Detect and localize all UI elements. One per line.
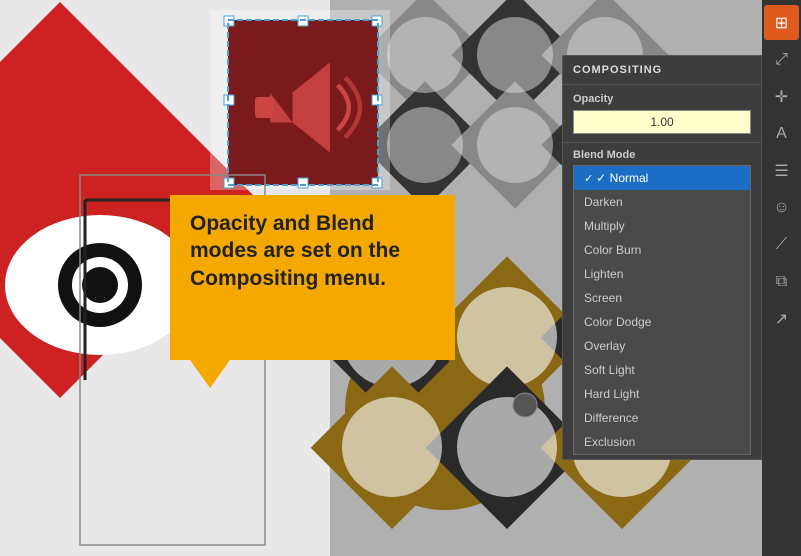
layers-icon[interactable]: ⊞	[764, 5, 799, 40]
mask-icon[interactable]: ☺	[764, 190, 799, 225]
blend-item-screen[interactable]: Screen	[574, 286, 750, 310]
blend-item-normal[interactable]: ✓ Normal	[574, 166, 750, 190]
blend-item-lighten[interactable]: Lighten	[574, 262, 750, 286]
compositing-title: COMPOSITING	[563, 56, 761, 85]
blend-item-darken[interactable]: Darken	[574, 190, 750, 214]
export-icon[interactable]: ↗	[764, 301, 799, 336]
tooltip-bubble: Opacity and Blend modes are set on the C…	[178, 202, 446, 300]
link-icon[interactable]: ⧉	[764, 264, 799, 299]
list-icon[interactable]: ☰	[764, 153, 799, 188]
blend-item-soft-light[interactable]: Soft Light	[574, 358, 750, 382]
blend-item-color-dodge[interactable]: Color Dodge	[574, 310, 750, 334]
blend-mode-label: Blend Mode	[573, 149, 751, 161]
opacity-label: Opacity	[573, 93, 751, 105]
tooltip-text: Opacity and Blend modes are set on the C…	[190, 212, 400, 290]
move-icon[interactable]: ✛	[764, 79, 799, 114]
blend-item-exclusion[interactable]: Exclusion	[574, 430, 750, 454]
blend-item-difference[interactable]: Difference	[574, 406, 750, 430]
blend-item-hard-light[interactable]: Hard Light	[574, 382, 750, 406]
fit-icon[interactable]: ⤢	[764, 42, 799, 77]
blend-item-overlay[interactable]: Overlay	[574, 334, 750, 358]
blend-mode-dropdown: ✓ NormalDarkenMultiplyColor BurnLightenS…	[573, 165, 751, 455]
blend-item-multiply[interactable]: Multiply	[574, 214, 750, 238]
blend-mode-section: Blend Mode ✓ NormalDarkenMultiplyColor B…	[563, 143, 761, 459]
edit-icon[interactable]: ⟋	[764, 227, 799, 262]
compositing-panel: COMPOSITING Opacity Blend Mode ✓ NormalD…	[562, 55, 762, 460]
text-icon[interactable]: A	[764, 116, 799, 151]
opacity-input[interactable]	[573, 110, 751, 134]
opacity-section: Opacity	[563, 85, 761, 143]
blend-item-color-burn[interactable]: Color Burn	[574, 238, 750, 262]
right-panel: ⊞⤢✛A☰☺⟋⧉↗	[762, 0, 801, 556]
